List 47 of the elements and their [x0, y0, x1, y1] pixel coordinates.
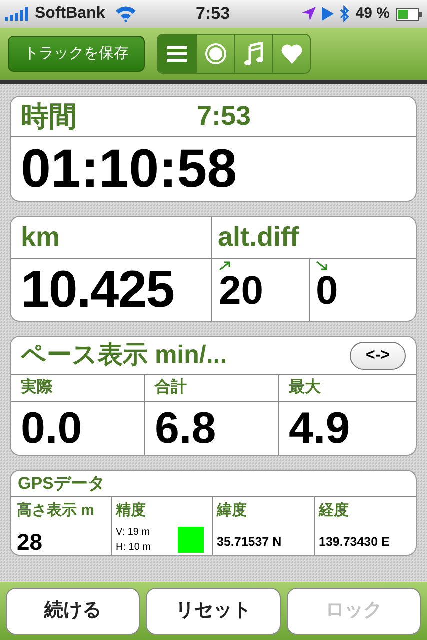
- longitude-value: 139.73430 E: [319, 534, 391, 550]
- pace-label: ペース表示 min/...: [21, 340, 228, 371]
- action-button[interactable]: 続ける: [6, 588, 140, 634]
- pace-value: 0.0: [21, 406, 82, 450]
- save-track-button[interactable]: トラックを保存: [8, 36, 145, 72]
- battery-percent: 49 %: [356, 4, 390, 24]
- horizontal-accuracy: H: 10 m: [116, 540, 152, 554]
- vertical-accuracy: V: 19 m: [116, 526, 152, 540]
- clock: 7:53: [196, 3, 230, 26]
- descent-value: 0: [316, 271, 340, 311]
- pace-value: 6.8: [155, 406, 216, 450]
- gps-title: GPSデータ: [18, 472, 105, 495]
- segment-tab[interactable]: [234, 35, 272, 73]
- action-button[interactable]: リセット: [146, 588, 281, 634]
- ascent-value: 20: [219, 271, 264, 311]
- accuracy-label: 精度: [116, 501, 147, 521]
- heart-icon: [280, 44, 302, 64]
- latitude-value: 35.71537 N: [217, 534, 283, 550]
- carrier-name: SoftBank: [35, 4, 106, 24]
- bluetooth-icon: [340, 5, 350, 23]
- altitude-value: 28: [17, 528, 44, 555]
- pace-column-label: 実際: [21, 377, 53, 398]
- music-note-icon: [244, 42, 264, 66]
- segment-tab[interactable]: [158, 35, 196, 73]
- pace-toggle-button[interactable]: <->: [350, 342, 406, 370]
- distance-label: km: [21, 221, 60, 254]
- wifi-icon: [115, 6, 138, 22]
- record-icon: [204, 43, 226, 65]
- pace-value: 4.9: [289, 406, 350, 450]
- play-icon: [322, 7, 334, 21]
- elapsed-time: 01:10:58: [21, 142, 238, 196]
- longitude-label: 経度: [319, 501, 350, 521]
- segment-tab[interactable]: [196, 35, 234, 73]
- up-arrow-icon: [219, 261, 231, 271]
- time-label: 時間: [21, 100, 77, 134]
- pace-column-label: 最大: [289, 378, 321, 398]
- altitude-diff-label: alt.diff: [218, 221, 299, 254]
- altitude-label: 高さ表示 m: [17, 501, 96, 521]
- current-time: 7:53: [197, 100, 252, 134]
- pace-column-label: 合計: [155, 377, 187, 398]
- segment-tab[interactable]: [272, 35, 310, 73]
- distance-value: 10.425: [21, 264, 174, 316]
- latitude-label: 緯度: [217, 501, 248, 521]
- location-arrow-icon: [302, 7, 316, 21]
- battery-icon: [396, 8, 422, 20]
- down-arrow-icon: [316, 261, 328, 271]
- menu-icon: [167, 46, 187, 62]
